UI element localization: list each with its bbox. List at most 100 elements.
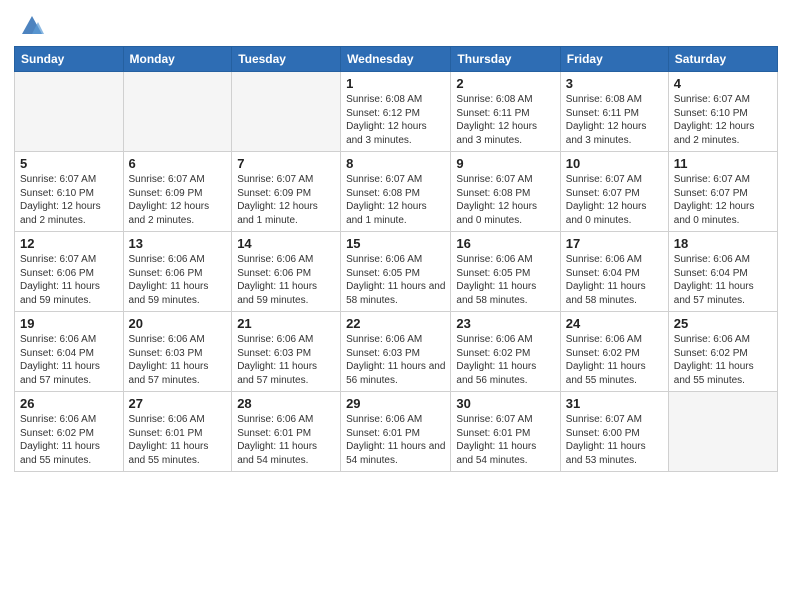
day-number: 6	[129, 156, 227, 171]
day-number: 14	[237, 236, 335, 251]
page: SundayMondayTuesdayWednesdayThursdayFrid…	[0, 0, 792, 612]
calendar-cell	[668, 392, 777, 472]
calendar-week-row-5: 26 Sunrise: 6:06 AM Sunset: 6:02 PM Dayli…	[15, 392, 778, 472]
day-info: Sunrise: 6:08 AM Sunset: 6:11 PM Dayligh…	[566, 93, 663, 147]
day-info: Sunrise: 6:07 AM Sunset: 6:07 PM Dayligh…	[674, 173, 772, 227]
day-number: 17	[566, 236, 663, 251]
day-info: Sunrise: 6:07 AM Sunset: 6:07 PM Dayligh…	[566, 173, 663, 227]
day-number: 2	[456, 76, 554, 91]
day-info: Sunrise: 6:07 AM Sunset: 6:08 PM Dayligh…	[456, 173, 554, 227]
calendar-week-row-3: 12 Sunrise: 6:07 AM Sunset: 6:06 PM Dayli…	[15, 232, 778, 312]
weekday-header-saturday: Saturday	[668, 47, 777, 72]
day-info: Sunrise: 6:06 AM Sunset: 6:05 PM Dayligh…	[346, 253, 445, 307]
day-number: 24	[566, 316, 663, 331]
calendar-cell: 19Sunrise: 6:06 AM Sunset: 6:04 PM Dayli…	[15, 312, 124, 392]
calendar-cell: 16 Sunrise: 6:06 AM Sunset: 6:05 PM Dayli…	[451, 232, 560, 312]
logo	[14, 16, 46, 40]
day-info: Sunrise: 6:06 AM Sunset: 6:01 PM Dayligh…	[129, 413, 227, 467]
calendar-cell: 22 Sunrise: 6:06 AM Sunset: 6:03 PM Dayli…	[341, 312, 451, 392]
logo-icon	[18, 12, 46, 40]
calendar-cell: 6Sunrise: 6:07 AM Sunset: 6:09 PM Daylig…	[123, 152, 232, 232]
calendar-cell: 4 Sunrise: 6:07 AM Sunset: 6:10 PM Daylig…	[668, 72, 777, 152]
day-number: 22	[346, 316, 445, 331]
weekday-header-thursday: Thursday	[451, 47, 560, 72]
weekday-header-friday: Friday	[560, 47, 668, 72]
day-info: Sunrise: 6:07 AM Sunset: 6:08 PM Dayligh…	[346, 173, 445, 227]
day-number: 26	[20, 396, 118, 411]
weekday-header-sunday: Sunday	[15, 47, 124, 72]
day-info: Sunrise: 6:07 AM Sunset: 6:09 PM Dayligh…	[237, 173, 335, 227]
day-info: Sunrise: 6:06 AM Sunset: 6:03 PM Dayligh…	[237, 333, 335, 387]
calendar-cell: 7Sunrise: 6:07 AM Sunset: 6:09 PM Daylig…	[232, 152, 341, 232]
calendar-cell: 9 Sunrise: 6:07 AM Sunset: 6:08 PM Daylig…	[451, 152, 560, 232]
day-number: 28	[237, 396, 335, 411]
calendar-cell	[232, 72, 341, 152]
day-number: 20	[129, 316, 227, 331]
weekday-header-row: SundayMondayTuesdayWednesdayThursdayFrid…	[15, 47, 778, 72]
calendar-cell: 2 Sunrise: 6:08 AM Sunset: 6:11 PM Daylig…	[451, 72, 560, 152]
day-number: 23	[456, 316, 554, 331]
calendar-cell: 8 Sunrise: 6:07 AM Sunset: 6:08 PM Daylig…	[341, 152, 451, 232]
calendar-table: SundayMondayTuesdayWednesdayThursdayFrid…	[14, 46, 778, 472]
day-number: 11	[674, 156, 772, 171]
calendar-cell: 15Sunrise: 6:06 AM Sunset: 6:05 PM Dayli…	[341, 232, 451, 312]
day-info: Sunrise: 6:06 AM Sunset: 6:03 PM Dayligh…	[129, 333, 227, 387]
day-number: 5	[20, 156, 118, 171]
weekday-header-wednesday: Wednesday	[341, 47, 451, 72]
calendar-cell: 13 Sunrise: 6:06 AM Sunset: 6:06 PM Dayli…	[123, 232, 232, 312]
day-number: 18	[674, 236, 772, 251]
day-info: Sunrise: 6:06 AM Sunset: 6:04 PM Dayligh…	[20, 333, 118, 387]
calendar-cell: 11 Sunrise: 6:07 AM Sunset: 6:07 PM Dayli…	[668, 152, 777, 232]
day-number: 13	[129, 236, 227, 251]
day-number: 16	[456, 236, 554, 251]
calendar-cell: 12 Sunrise: 6:07 AM Sunset: 6:06 PM Dayli…	[15, 232, 124, 312]
calendar-cell: 27 Sunrise: 6:06 AM Sunset: 6:01 PM Dayli…	[123, 392, 232, 472]
day-info: Sunrise: 6:06 AM Sunset: 6:04 PM Dayligh…	[674, 253, 772, 307]
day-info: Sunrise: 6:06 AM Sunset: 6:03 PM Dayligh…	[346, 333, 445, 387]
day-info: Sunrise: 6:06 AM Sunset: 6:06 PM Dayligh…	[129, 253, 227, 307]
day-number: 30	[456, 396, 554, 411]
calendar-cell: 25 Sunrise: 6:06 AM Sunset: 6:02 PM Dayli…	[668, 312, 777, 392]
day-info: Sunrise: 6:07 AM Sunset: 6:00 PM Dayligh…	[566, 413, 663, 467]
day-info: Sunrise: 6:07 AM Sunset: 6:06 PM Dayligh…	[20, 253, 118, 307]
day-info: Sunrise: 6:06 AM Sunset: 6:05 PM Dayligh…	[456, 253, 554, 307]
calendar-cell: 20 Sunrise: 6:06 AM Sunset: 6:03 PM Dayli…	[123, 312, 232, 392]
calendar-cell: 26 Sunrise: 6:06 AM Sunset: 6:02 PM Dayli…	[15, 392, 124, 472]
day-number: 25	[674, 316, 772, 331]
day-info: Sunrise: 6:06 AM Sunset: 6:02 PM Dayligh…	[20, 413, 118, 467]
day-info: Sunrise: 6:06 AM Sunset: 6:01 PM Dayligh…	[237, 413, 335, 467]
calendar-cell: 30Sunrise: 6:07 AM Sunset: 6:01 PM Dayli…	[451, 392, 560, 472]
day-info: Sunrise: 6:07 AM Sunset: 6:10 PM Dayligh…	[20, 173, 118, 227]
day-number: 3	[566, 76, 663, 91]
day-number: 9	[456, 156, 554, 171]
calendar-cell: 31Sunrise: 6:07 AM Sunset: 6:00 PM Dayli…	[560, 392, 668, 472]
day-number: 10	[566, 156, 663, 171]
calendar-cell: 3 Sunrise: 6:08 AM Sunset: 6:11 PM Daylig…	[560, 72, 668, 152]
calendar-cell: 23Sunrise: 6:06 AM Sunset: 6:02 PM Dayli…	[451, 312, 560, 392]
calendar-cell: 17 Sunrise: 6:06 AM Sunset: 6:04 PM Dayli…	[560, 232, 668, 312]
day-number: 1	[346, 76, 445, 91]
calendar-cell	[15, 72, 124, 152]
header	[14, 10, 778, 40]
calendar-cell: 5 Sunrise: 6:07 AM Sunset: 6:10 PM Daylig…	[15, 152, 124, 232]
calendar-cell: 18 Sunrise: 6:06 AM Sunset: 6:04 PM Dayli…	[668, 232, 777, 312]
calendar-cell	[123, 72, 232, 152]
day-info: Sunrise: 6:06 AM Sunset: 6:04 PM Dayligh…	[566, 253, 663, 307]
weekday-header-monday: Monday	[123, 47, 232, 72]
day-number: 27	[129, 396, 227, 411]
calendar-week-row-2: 5 Sunrise: 6:07 AM Sunset: 6:10 PM Daylig…	[15, 152, 778, 232]
day-info: Sunrise: 6:08 AM Sunset: 6:11 PM Dayligh…	[456, 93, 554, 147]
day-info: Sunrise: 6:06 AM Sunset: 6:06 PM Dayligh…	[237, 253, 335, 307]
calendar-cell: 24 Sunrise: 6:06 AM Sunset: 6:02 PM Dayli…	[560, 312, 668, 392]
day-number: 12	[20, 236, 118, 251]
day-info: Sunrise: 6:08 AM Sunset: 6:12 PM Dayligh…	[346, 93, 445, 147]
calendar-cell: 14 Sunrise: 6:06 AM Sunset: 6:06 PM Dayli…	[232, 232, 341, 312]
day-info: Sunrise: 6:07 AM Sunset: 6:10 PM Dayligh…	[674, 93, 772, 147]
day-number: 21	[237, 316, 335, 331]
day-number: 8	[346, 156, 445, 171]
day-info: Sunrise: 6:06 AM Sunset: 6:02 PM Dayligh…	[674, 333, 772, 387]
day-info: Sunrise: 6:06 AM Sunset: 6:01 PM Dayligh…	[346, 413, 445, 467]
day-number: 4	[674, 76, 772, 91]
day-number: 29	[346, 396, 445, 411]
day-info: Sunrise: 6:06 AM Sunset: 6:02 PM Dayligh…	[566, 333, 663, 387]
